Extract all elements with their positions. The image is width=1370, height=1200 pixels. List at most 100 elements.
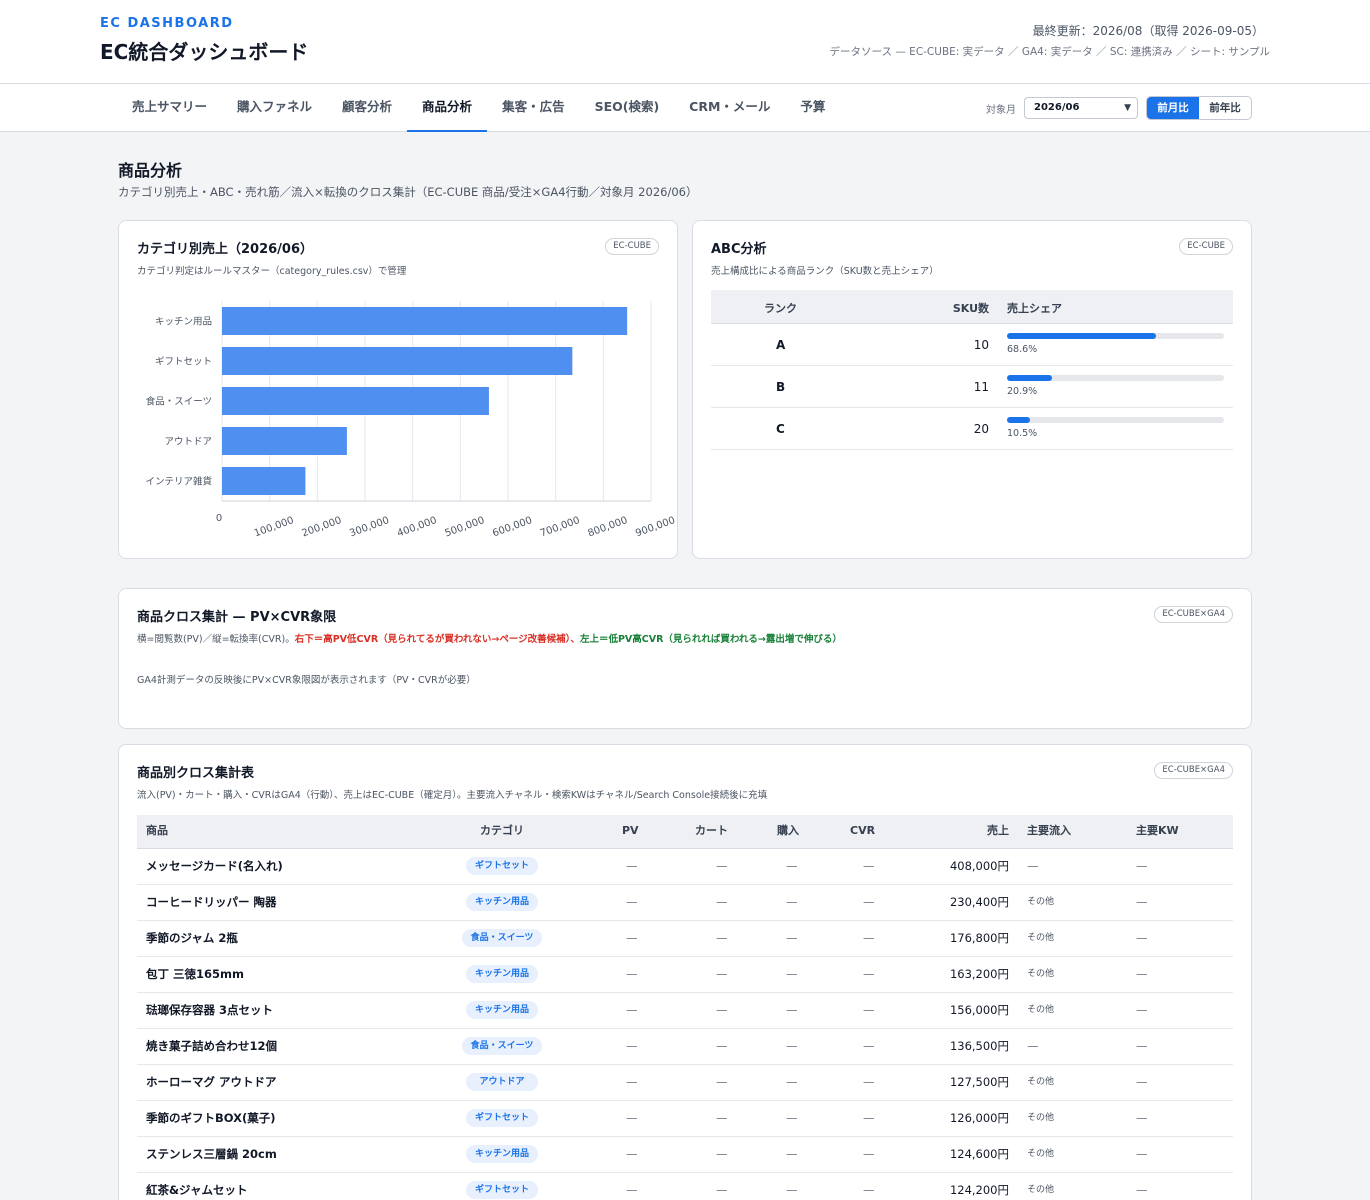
table-row[interactable]: 季節のジャム 2瓶 食品・スイーツ — — — — 176,800円 その他 —: [137, 921, 1233, 957]
pv-value: —: [626, 967, 638, 981]
x-tick-label: 900,000: [634, 515, 677, 539]
period-label: 対象月: [986, 105, 1016, 116]
tab-item[interactable]: 予算: [785, 84, 840, 132]
bar: [222, 427, 347, 455]
cvr-value: —: [863, 1039, 875, 1053]
keyword-value: —: [1136, 1003, 1148, 1017]
period-select[interactable]: 2026/06 ▼: [1024, 97, 1138, 119]
bar: [222, 467, 306, 495]
table-row[interactable]: コーヒードリッパー 陶器 キッチン用品 — — — — 230,400円 その他 —: [137, 885, 1233, 921]
table-row[interactable]: 季節のギフトBOX(菓子) ギフトセット — — — — 126,000円 その他 —: [137, 1101, 1233, 1137]
pv-value: —: [626, 859, 638, 873]
card-subtitle: 流入(PV)・カート・購入・CVRはGA4（行動）、売上はEC-CUBE（確定月…: [137, 790, 768, 801]
sales-value: 163,200円: [949, 967, 1009, 981]
tab-item[interactable]: 集客・広告: [487, 84, 580, 132]
sales-value: 124,200円: [949, 1183, 1009, 1197]
share-bar: [1007, 375, 1224, 381]
category-badge: キッチン用品: [466, 1001, 538, 1019]
cvr-value: —: [863, 1003, 875, 1017]
table-row: B 11 20.9%: [711, 366, 1233, 408]
chevron-down-icon: ▼: [1124, 103, 1131, 113]
share-value: 10.5%: [1007, 428, 1038, 439]
cvr-value: —: [863, 1147, 875, 1161]
channel-value: その他: [1027, 1185, 1055, 1195]
subtitle-improve-note: 右下＝高PV低CVR（見られてるが買われない→ページ改善候補）: [294, 634, 571, 645]
pv-cvr-quadrant-card: 商品クロス集計 — PV×CVR象限 EC-CUBE×GA4 横=閲覧数(PV)…: [118, 588, 1252, 729]
tab-item[interactable]: 購入ファネル: [222, 84, 327, 132]
purchase-value: —: [786, 931, 798, 945]
purchase-value: —: [786, 1039, 798, 1053]
product-name: ステンレス三層鍋 20cm: [146, 1147, 277, 1161]
cart-value: —: [716, 1075, 728, 1089]
main-nav: 売上サマリー 購入ファネル 顧客分析 商品分析 集客・広告 SEO(検索) CRM・メール予…: [0, 84, 1370, 132]
pv-value: —: [626, 1111, 638, 1125]
pv-value: —: [626, 1003, 638, 1017]
tab-item[interactable]: SEO(検索): [580, 84, 675, 132]
cart-value: —: [716, 1003, 728, 1017]
sku-count: 11: [973, 380, 989, 394]
pv-value: —: [626, 931, 638, 945]
cvr-value: —: [863, 967, 875, 981]
sales-value: 176,800円: [949, 931, 1009, 945]
table-row[interactable]: メッセージカード(名入れ) ギフトセット — — — — 408,000円 — —: [137, 849, 1233, 885]
x-tick-label: 600,000: [491, 515, 534, 539]
table-row[interactable]: ホーローマグ アウトドア アウトドア — — — — 127,500円 その他 —: [137, 1065, 1233, 1101]
source-badge: EC-CUBE: [605, 238, 659, 255]
cart-value: —: [716, 1183, 728, 1197]
channel-value: その他: [1027, 1149, 1055, 1159]
column-header-purchase: 購入: [777, 824, 799, 837]
pv-value: —: [626, 1147, 638, 1161]
cart-value: —: [716, 1111, 728, 1125]
compare-mom-button[interactable]: 前月比: [1147, 97, 1199, 119]
cvr-value: —: [863, 859, 875, 873]
product-name: 季節のジャム 2瓶: [146, 931, 238, 945]
last-updated: 最終更新：2026/08（取得 2026-09-05）: [1032, 24, 1264, 38]
cart-value: —: [716, 967, 728, 981]
share-bar-fill: [1007, 375, 1053, 381]
period-select-value: 2026/06: [1034, 102, 1080, 113]
table-row[interactable]: 包丁 三徳165mm キッチン用品 — — — — 163,200円 その他 —: [137, 957, 1233, 993]
channel-value: その他: [1027, 969, 1055, 979]
product-cross-table-card: 商品別クロス集計表 EC-CUBE×GA4 流入(PV)・カート・購入・CVRは…: [118, 744, 1252, 1200]
bar: [222, 307, 628, 335]
share-value: 20.9%: [1007, 386, 1038, 397]
table-row[interactable]: 焼き菓子詰め合わせ12個 食品・スイーツ — — — — 136,500円 — —: [137, 1029, 1233, 1065]
share-bar-fill: [1007, 417, 1030, 423]
purchase-value: —: [786, 895, 798, 909]
product-name: 琺瑯保存容器 3点セット: [146, 1003, 274, 1017]
compare-yoy-button[interactable]: 前年比: [1199, 97, 1251, 119]
bar: [222, 387, 489, 415]
table-header: 商品 カテゴリ PV カート 購入 CVR 売上 主要流入 主要KW: [137, 815, 1233, 849]
table-row[interactable]: 紅茶&ジャムセット ギフトセット — — — — 124,200円 その他 —: [137, 1173, 1233, 1200]
category-tick-label: インテリア雑貨: [145, 476, 212, 488]
table-row[interactable]: ステンレス三層鍋 20cm キッチン用品 — — — — 124,600円 その他 —: [137, 1137, 1233, 1173]
pv-value: —: [626, 1183, 638, 1197]
column-header-rank: ランク: [764, 302, 797, 315]
channel-value: その他: [1027, 1005, 1055, 1015]
cvr-value: —: [863, 1075, 875, 1089]
tab-item[interactable]: 商品分析: [407, 84, 488, 132]
page-title: 商品分析: [118, 161, 183, 180]
column-header-sales: 売上: [987, 824, 1009, 837]
purchase-value: —: [786, 1147, 798, 1161]
tab-item[interactable]: CRM・メール: [674, 84, 785, 132]
cvr-value: —: [863, 895, 875, 909]
product-name: コーヒードリッパー 陶器: [146, 895, 277, 909]
channel-value: その他: [1027, 1113, 1055, 1123]
category-badge: ギフトセット: [466, 1109, 538, 1127]
cvr-value: —: [863, 931, 875, 945]
sales-value: 124,600円: [949, 1147, 1009, 1161]
tab-item[interactable]: 顧客分析: [327, 84, 407, 132]
app-title: EC統合ダッシュボード: [100, 40, 309, 64]
purchase-value: —: [786, 967, 798, 981]
table-row[interactable]: 琺瑯保存容器 3点セット キッチン用品 — — — — 156,000円 その他 —: [137, 993, 1233, 1029]
card-title: ABC分析: [711, 242, 767, 257]
product-name: ホーローマグ アウトドア: [146, 1075, 277, 1089]
column-header-pv: PV: [622, 824, 639, 837]
bar: [222, 347, 573, 375]
cvr-value: —: [863, 1183, 875, 1197]
tab-item[interactable]: 売上サマリー: [117, 84, 222, 132]
keyword-value: —: [1136, 1147, 1148, 1161]
category-badge: 食品・スイーツ: [462, 1037, 542, 1055]
share-bar: [1007, 333, 1224, 339]
